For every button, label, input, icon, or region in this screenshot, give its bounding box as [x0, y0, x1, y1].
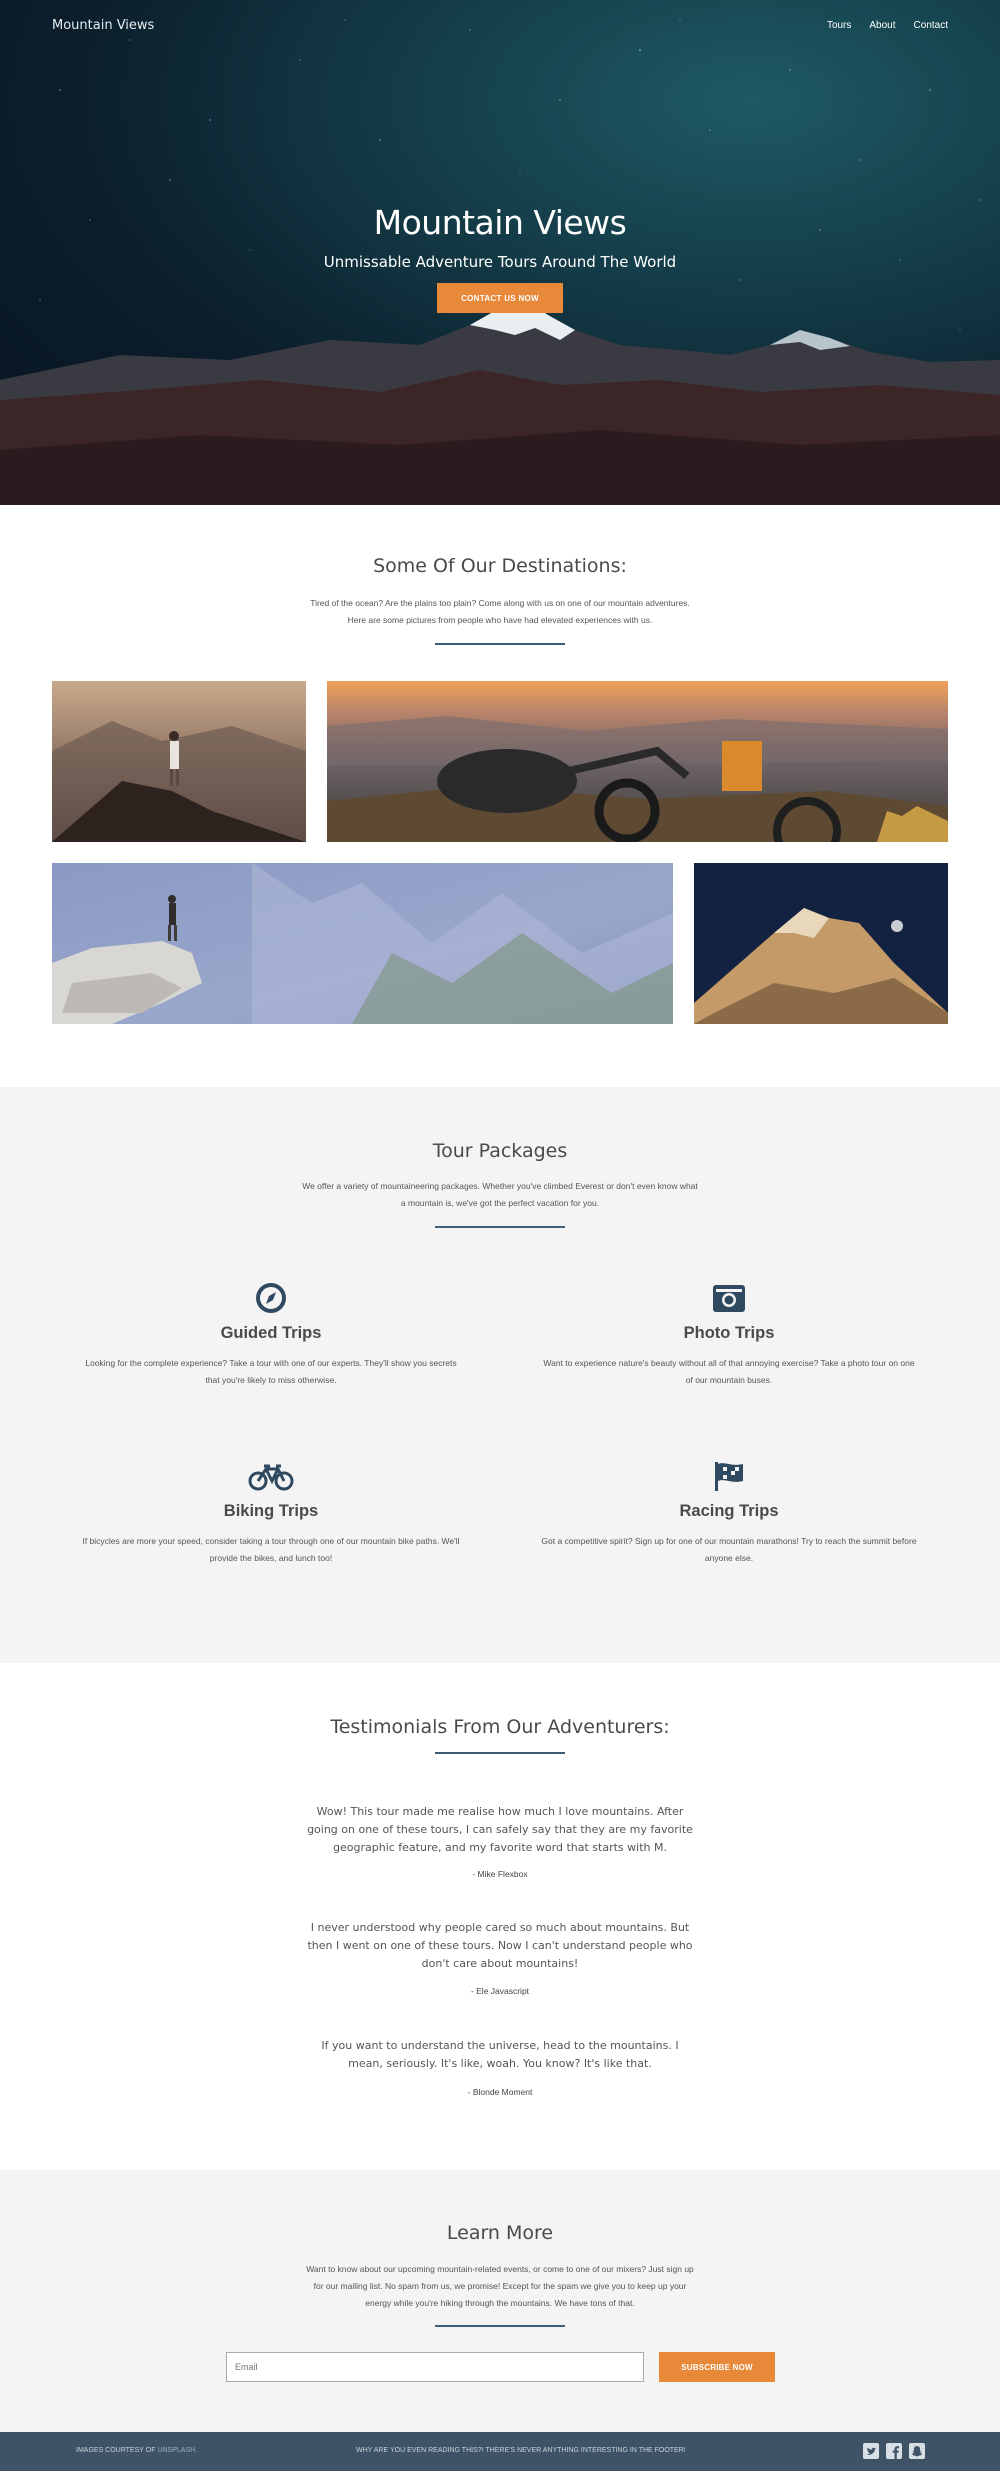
compass-icon: [256, 1283, 286, 1313]
climber-on-cliff-photo: [52, 863, 673, 1024]
testimonial-quote: I never understood why people cared so m…: [307, 1921, 693, 1970]
hero-title: Mountain Views: [373, 203, 627, 242]
testimonials-title: Testimonials From Our Adventurers:: [330, 1716, 670, 1738]
nav-link-tours[interactable]: Tours: [827, 20, 851, 31]
nav-link-contact[interactable]: Contact: [914, 20, 948, 31]
testimonials-section: Testimonials From Our Adventurers: Wow! …: [0, 1663, 1000, 2170]
snowy-peak-moon-photo: [694, 863, 948, 1024]
subscribe-button[interactable]: SUBSCRIBE NOW: [659, 2352, 775, 2382]
testimonial-author: - Mike Flexbox: [472, 1869, 528, 1879]
flag-icon: [715, 1462, 743, 1491]
snapchat-icon[interactable]: [909, 2443, 925, 2459]
tour-description: Want to experience nature's beauty witho…: [543, 1358, 915, 1385]
section-divider: [435, 2325, 565, 2327]
tour-description: If bicycles are more your speed, conside…: [82, 1536, 460, 1563]
footer-message: WHY ARE YOU EVEN READING THIS?! THERE'S …: [356, 2447, 686, 2454]
image-credit: IMAGES COURTESY OF UNSPLASH.: [76, 2447, 197, 2454]
tour-packages-section: Tour Packages We offer a variety of moun…: [0, 1087, 1000, 1663]
unsplash-link[interactable]: UNSPLASH.: [157, 2447, 197, 2454]
camera-icon: [713, 1285, 745, 1312]
testimonial-quote: If you want to understand the universe, …: [321, 2039, 679, 2070]
destinations-title: Some Of Our Destinations:: [373, 555, 627, 577]
facebook-icon[interactable]: [886, 2443, 902, 2459]
testimonial-quote: Wow! This tour made me realise how much …: [307, 1805, 693, 1854]
hero-section: Mountain Views Tours About Contact Mount…: [0, 0, 1000, 505]
bicycle-icon: [248, 1464, 294, 1491]
tour-title: Guided Trips: [220, 1324, 322, 1342]
top-nav: Mountain Views Tours About Contact: [0, 0, 1000, 52]
twitter-icon[interactable]: [863, 2443, 879, 2459]
hero-subtitle: Unmissable Adventure Tours Around The Wo…: [323, 253, 677, 271]
learn-more-text: Want to know about our upcoming mountain…: [306, 2264, 694, 2308]
nav-links: Tours About Contact: [827, 20, 948, 31]
testimonial-author: - Blonde Moment: [467, 2087, 533, 2097]
tour-title: Photo Trips: [683, 1324, 775, 1342]
tour-description: Looking for the complete experience? Tak…: [85, 1358, 457, 1385]
tour-title: Racing Trips: [679, 1502, 779, 1520]
contact-us-button[interactable]: CONTACT US NOW: [437, 283, 563, 313]
tours-title: Tour Packages: [432, 1140, 568, 1162]
email-field[interactable]: [226, 2352, 644, 2382]
tours-text: We offer a variety of mountaineering pac…: [302, 1181, 698, 1208]
tour-card-photo: Photo Trips Want to experience nature's …: [539, 1281, 919, 1389]
nav-link-about[interactable]: About: [869, 20, 895, 31]
tour-card-guided: Guided Trips Looking for the complete ex…: [81, 1281, 461, 1389]
destinations-section: Some Of Our Destinations: Tired of the o…: [0, 505, 1000, 1087]
footer: IMAGES COURTESY OF UNSPLASH. WHY ARE YOU…: [0, 2432, 1000, 2471]
tour-description: Got a competitive spirit? Sign up for on…: [541, 1536, 917, 1563]
section-divider: [435, 1226, 565, 1228]
brand-logo[interactable]: Mountain Views: [52, 18, 154, 33]
learn-more-title: Learn More: [446, 2222, 554, 2244]
testimonial-author: - Ele Javascript: [470, 1986, 530, 1996]
tour-title: Biking Trips: [223, 1502, 319, 1520]
hiker-on-ridge-photo: [52, 681, 306, 842]
tour-card-racing: Racing Trips Got a competitive spirit? S…: [539, 1459, 919, 1567]
section-divider: [435, 1752, 565, 1754]
learn-more-section: Learn More Want to know about our upcomi…: [0, 2170, 1000, 2432]
motorbike-overlook-photo: [327, 681, 948, 842]
section-divider: [435, 643, 565, 645]
tour-card-biking: Biking Trips If bicycles are more your s…: [81, 1459, 461, 1567]
destinations-text: Tired of the ocean? Are the plains too p…: [310, 598, 690, 625]
image-credit-text: IMAGES COURTESY OF: [76, 2447, 156, 2454]
